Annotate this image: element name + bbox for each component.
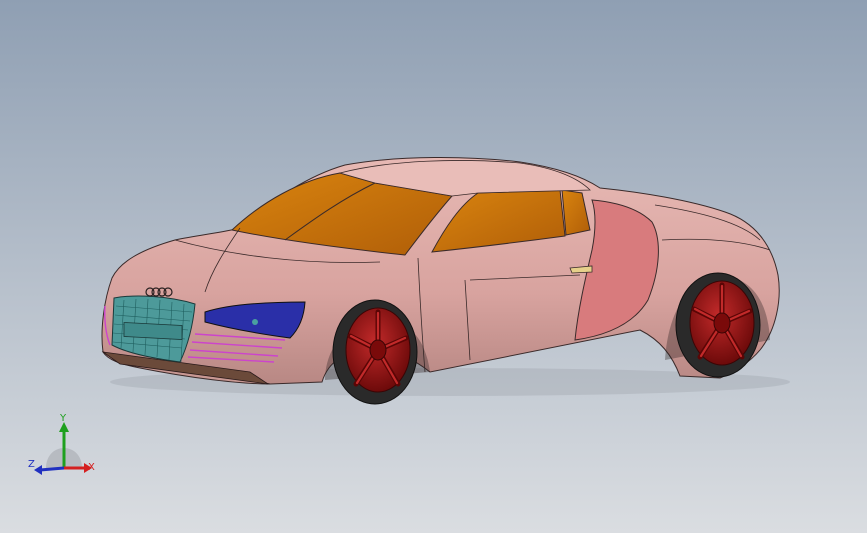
- view-triad[interactable]: Y X Z: [24, 410, 104, 485]
- y-axis-label: Y: [60, 413, 67, 424]
- car-model[interactable]: [0, 0, 867, 533]
- rear-wheel[interactable]: [675, 272, 761, 378]
- x-axis-label: X: [88, 462, 95, 473]
- headlight-lamp: [252, 319, 258, 325]
- z-axis-label: Z: [28, 459, 35, 470]
- graphics-viewport[interactable]: Y X Z: [0, 0, 867, 533]
- license-plate: [123, 322, 183, 340]
- front-wheel[interactable]: [332, 299, 418, 405]
